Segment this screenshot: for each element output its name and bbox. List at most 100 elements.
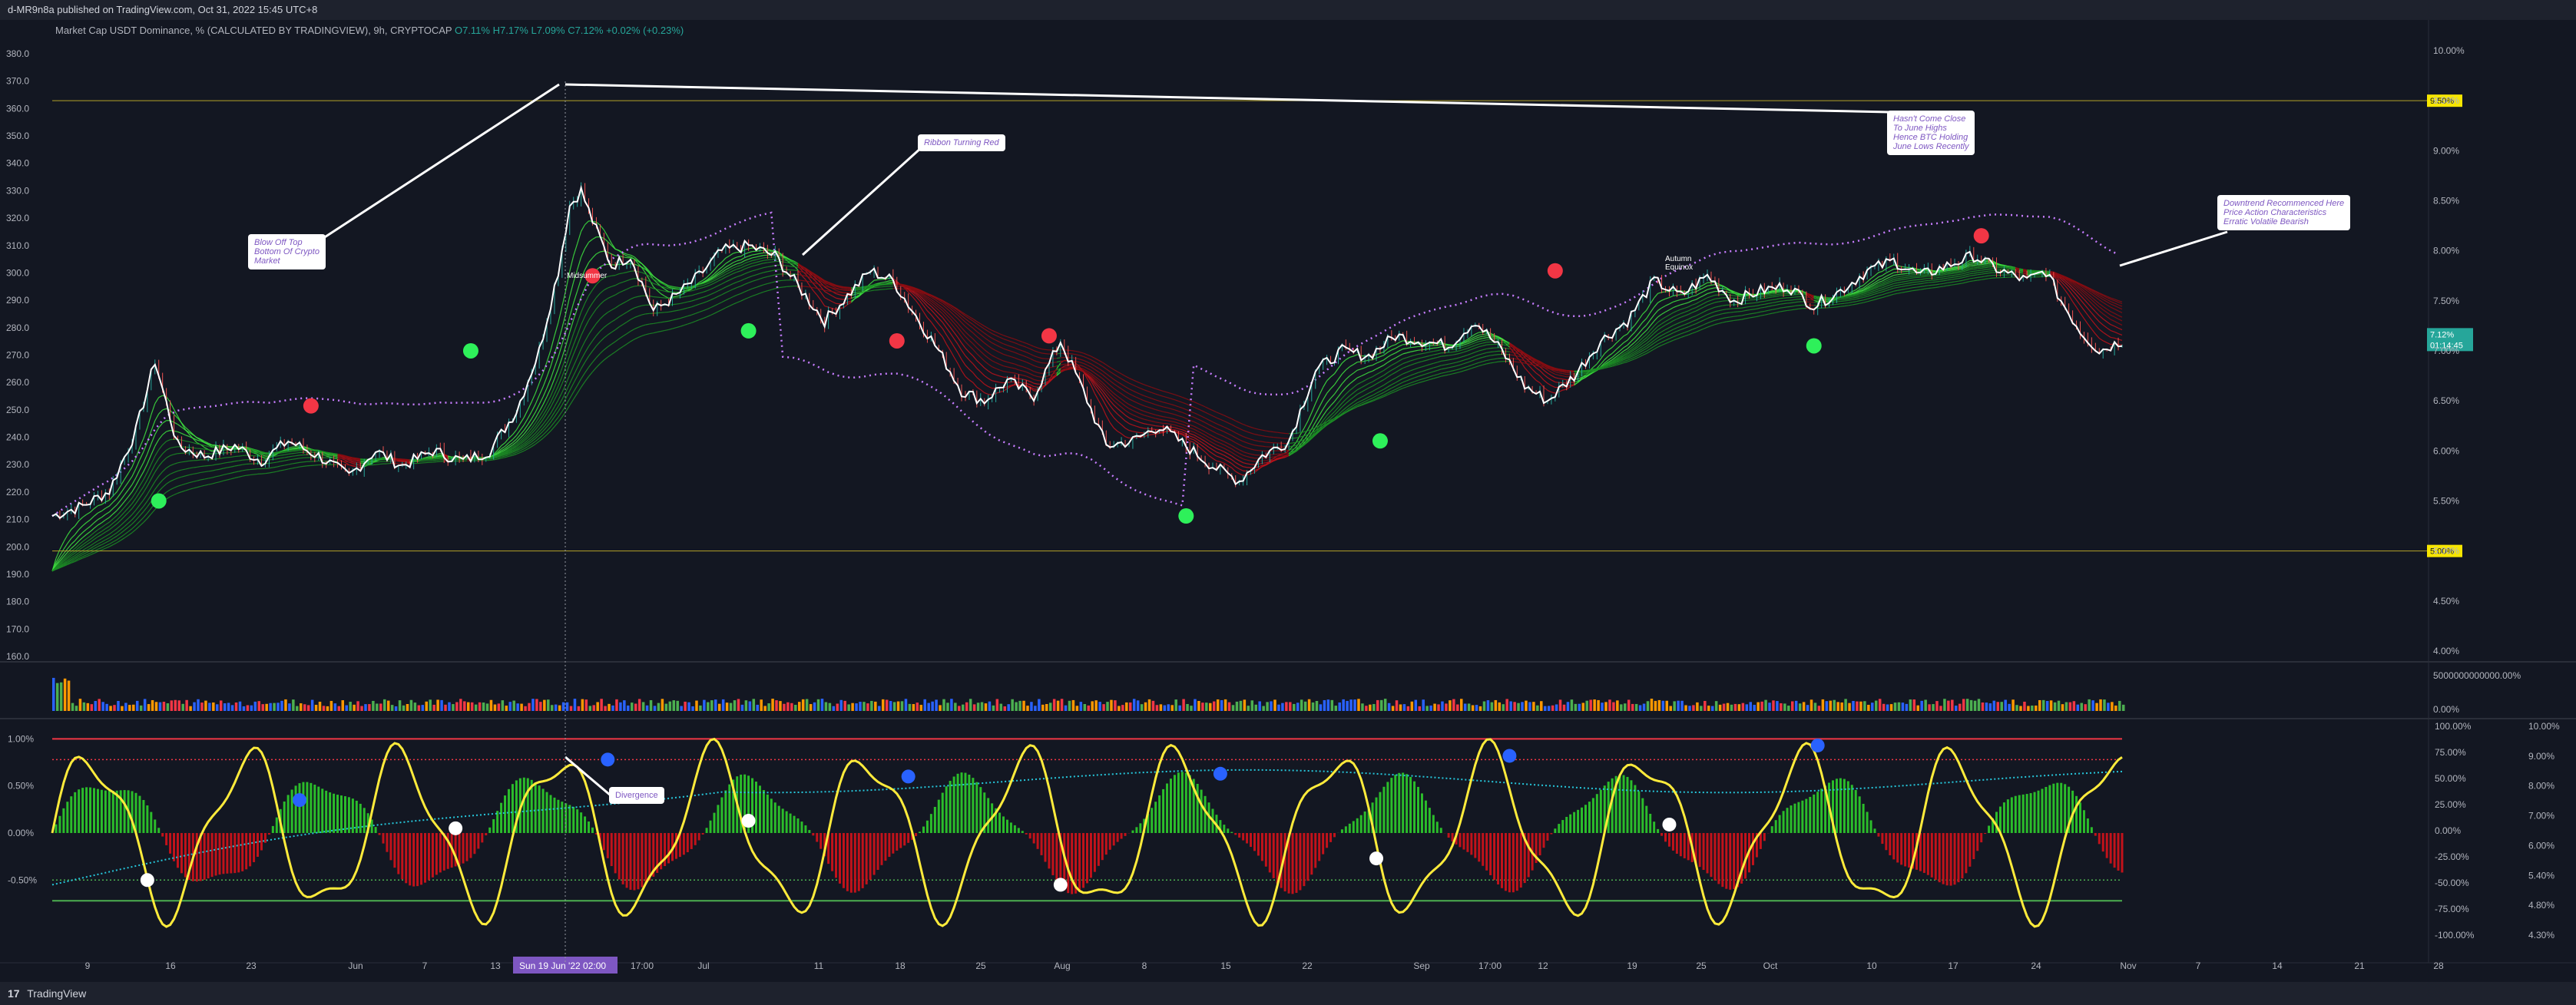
ribbon-segment bbox=[1490, 359, 1495, 361]
ribbon-segment bbox=[672, 303, 677, 306]
ribbon-segment bbox=[1038, 375, 1042, 378]
ribbon-segment bbox=[242, 459, 247, 461]
ribbon-segment bbox=[295, 451, 300, 454]
ribbon-segment bbox=[273, 461, 277, 464]
ribbon-segment bbox=[215, 468, 220, 471]
ribbon-segment bbox=[265, 468, 270, 469]
ribbon-segment bbox=[288, 453, 293, 455]
ribbon-segment bbox=[181, 461, 186, 463]
ribbon-segment bbox=[1254, 449, 1259, 451]
ribbon-segment bbox=[1254, 445, 1259, 447]
ribbon-segment bbox=[1555, 369, 1559, 372]
ribbon-segment bbox=[1570, 372, 1574, 375]
ribbon-segment bbox=[828, 290, 833, 293]
ribbon-segment bbox=[1445, 359, 1449, 362]
ribbon-segment bbox=[337, 455, 342, 458]
ribbon-segment bbox=[1285, 449, 1290, 451]
ribbon-segment bbox=[197, 459, 201, 461]
ribbon-segment bbox=[280, 451, 285, 454]
ribbon-segment bbox=[657, 322, 661, 324]
ribbon-segment bbox=[908, 289, 912, 291]
ribbon-segment bbox=[1478, 336, 1483, 338]
ribbon-segment bbox=[1163, 419, 1167, 422]
ribbon-segment bbox=[292, 452, 296, 455]
ribbon-segment bbox=[1041, 352, 1046, 355]
ribbon-segment bbox=[676, 286, 680, 289]
ribbon-segment bbox=[200, 465, 205, 468]
chart-canvas[interactable]: 9.50%5.00%7.12%01:14:45 380.0370.0360.03… bbox=[0, 20, 2576, 982]
ribbon-segment bbox=[859, 291, 863, 293]
ribbon-segment bbox=[684, 290, 688, 293]
ribbon-segment bbox=[824, 289, 829, 292]
ribbon-segment bbox=[1159, 422, 1164, 425]
ribbon-segment bbox=[1151, 428, 1156, 430]
ribbon-segment bbox=[1266, 435, 1270, 438]
ribbon-segment bbox=[866, 287, 871, 289]
ribbon-segment bbox=[246, 474, 250, 476]
ribbon-segment bbox=[322, 452, 326, 455]
ribbon-segment bbox=[1589, 370, 1594, 372]
ribbon-segment bbox=[1558, 370, 1563, 372]
ribbon-segment bbox=[859, 286, 863, 289]
ribbon-segment bbox=[288, 455, 293, 458]
ribbon-segment bbox=[645, 312, 650, 315]
ribbon-segment bbox=[839, 286, 844, 289]
ribbon-segment bbox=[1418, 349, 1422, 351]
ribbon-segment bbox=[1277, 431, 1282, 434]
ribbon-segment bbox=[436, 458, 441, 460]
ribbon-segment bbox=[1136, 431, 1141, 434]
ribbon-segment bbox=[672, 286, 677, 289]
ribbon-segment bbox=[356, 458, 361, 461]
ribbon-segment bbox=[900, 284, 905, 286]
ribbon-segment bbox=[611, 264, 616, 266]
ribbon-segment bbox=[193, 466, 197, 468]
ribbon-segment bbox=[265, 472, 270, 474]
ribbon-segment bbox=[626, 263, 631, 265]
publish-info: d-MR9n8a published on TradingView.com, O… bbox=[8, 4, 318, 15]
ribbon-segment bbox=[269, 458, 273, 461]
ribbon-segment bbox=[432, 461, 437, 463]
ribbon-segment bbox=[489, 458, 494, 460]
ribbon-segment bbox=[1071, 350, 1076, 352]
ribbon-segment bbox=[877, 279, 882, 281]
ribbon-segment bbox=[664, 320, 669, 322]
ribbon-segment bbox=[204, 471, 209, 473]
ribbon-segment bbox=[250, 474, 254, 476]
ribbon-segment bbox=[1578, 372, 1582, 374]
ribbon-segment bbox=[653, 312, 657, 314]
ribbon-segment bbox=[1478, 334, 1483, 336]
ribbon-segment bbox=[832, 291, 836, 293]
ribbon-segment bbox=[261, 453, 266, 455]
ribbon-segment bbox=[349, 458, 353, 461]
ribbon-segment bbox=[885, 283, 889, 285]
ribbon-segment bbox=[345, 458, 349, 461]
ribbon-segment bbox=[1414, 345, 1419, 348]
ribbon-segment bbox=[489, 459, 494, 461]
ribbon-segment bbox=[1034, 385, 1038, 388]
ribbon-segment bbox=[771, 258, 776, 260]
ribbon-segment bbox=[775, 273, 780, 276]
ribbon-segment bbox=[904, 288, 909, 290]
ribbon-segment bbox=[1281, 456, 1286, 458]
ribbon-segment bbox=[1071, 357, 1076, 359]
ribbon-segment bbox=[1045, 349, 1050, 351]
ribbon-segment bbox=[1007, 371, 1012, 373]
ribbon-segment bbox=[687, 290, 692, 293]
ribbon-segment bbox=[1155, 425, 1160, 427]
ribbon-segment bbox=[866, 286, 871, 288]
ribbon-segment bbox=[295, 448, 300, 451]
ribbon-segment bbox=[299, 465, 304, 468]
ribbon-segment bbox=[797, 279, 803, 281]
ribbon-segment bbox=[657, 296, 661, 299]
ribbon-segment bbox=[329, 453, 334, 455]
ribbon-segment bbox=[763, 259, 768, 261]
ribbon-segment bbox=[668, 286, 673, 288]
ribbon-segment bbox=[1585, 370, 1590, 372]
ribbon-segment bbox=[805, 286, 810, 288]
ribbon-segment bbox=[771, 260, 776, 263]
ribbon-segment bbox=[763, 256, 768, 259]
ribbon-segment bbox=[174, 446, 178, 448]
ribbon-segment bbox=[257, 455, 262, 458]
ribbon-segment bbox=[253, 451, 258, 454]
ribbon-segment bbox=[1449, 359, 1453, 361]
